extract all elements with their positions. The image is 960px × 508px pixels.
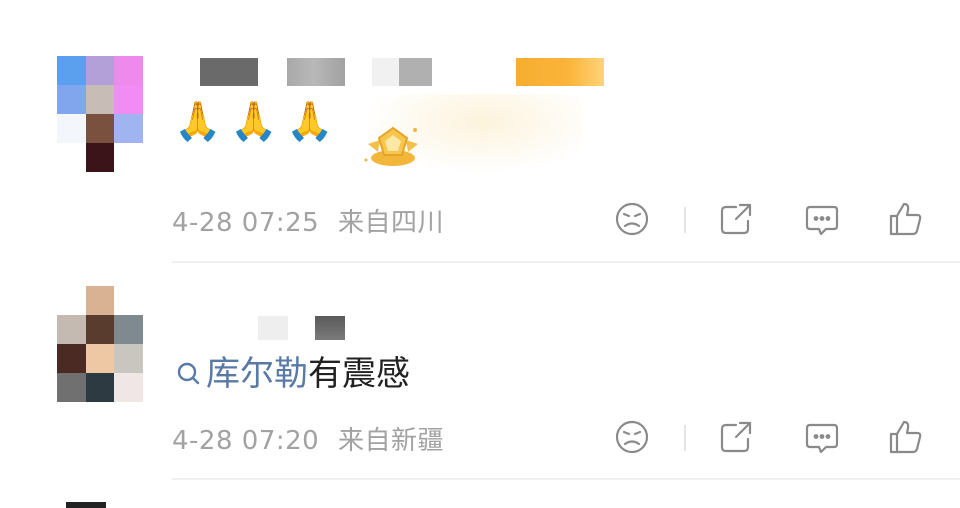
comment-actions [612, 417, 932, 461]
dislike-icon [615, 202, 649, 236]
gold-fan-badge-icon [364, 126, 418, 166]
comment-icon [805, 423, 839, 454]
action-divider [684, 425, 686, 451]
username-blurred[interactable] [258, 316, 288, 340]
avatar[interactable] [57, 56, 143, 172]
like-button[interactable] [886, 199, 926, 239]
username-blurred[interactable] [200, 58, 258, 86]
like-button[interactable] [886, 417, 926, 457]
pray-emoji-icon: 🙏 [230, 99, 278, 143]
share-icon [720, 203, 752, 235]
next-comment-avatar-partial [66, 502, 106, 508]
action-divider [684, 207, 686, 233]
comment-time: 4-28 07:25 [172, 208, 320, 238]
reply-button[interactable] [802, 199, 842, 239]
share-button[interactable] [716, 199, 756, 239]
comment-time: 4-28 07:20 [172, 426, 320, 456]
avatar[interactable] [57, 286, 143, 402]
comment-meta: 4-28 07:25 来自四川 [172, 202, 444, 239]
comment-meta: 4-28 07:20 来自新疆 [172, 420, 444, 457]
topic-text: 库尔勒 [206, 354, 308, 394]
comment-body: 有震感 [308, 354, 410, 394]
comment-icon [805, 205, 839, 236]
share-button[interactable] [716, 417, 756, 457]
reply-button[interactable] [802, 417, 842, 457]
comment-item: 🙏 🙏 🙏 4-28 07:25 来自四川 [0, 0, 960, 262]
comment-location: 来自新疆 [337, 426, 444, 456]
comment-actions [612, 199, 932, 243]
member-badge-blurred [516, 58, 604, 86]
pray-emoji-icon: 🙏 [286, 99, 334, 143]
comment-text: 库尔勒有震感 [176, 346, 410, 395]
like-icon [889, 420, 922, 454]
pray-emoji-icon: 🙏 [174, 99, 222, 143]
username-blurred [315, 316, 345, 340]
comment-location: 来自四川 [337, 208, 444, 238]
search-icon [177, 362, 200, 385]
comment-item: 库尔勒有震感 4-28 07:20 来自新疆 [0, 262, 960, 480]
dislike-icon [615, 420, 649, 454]
dislike-button[interactable] [612, 417, 652, 457]
username-blurred [287, 58, 345, 86]
username-blurred [372, 58, 432, 86]
share-icon [720, 421, 752, 453]
like-icon [889, 202, 922, 236]
topic-link[interactable]: 库尔勒 [176, 354, 308, 394]
dislike-button[interactable] [612, 199, 652, 239]
divider [172, 478, 960, 480]
